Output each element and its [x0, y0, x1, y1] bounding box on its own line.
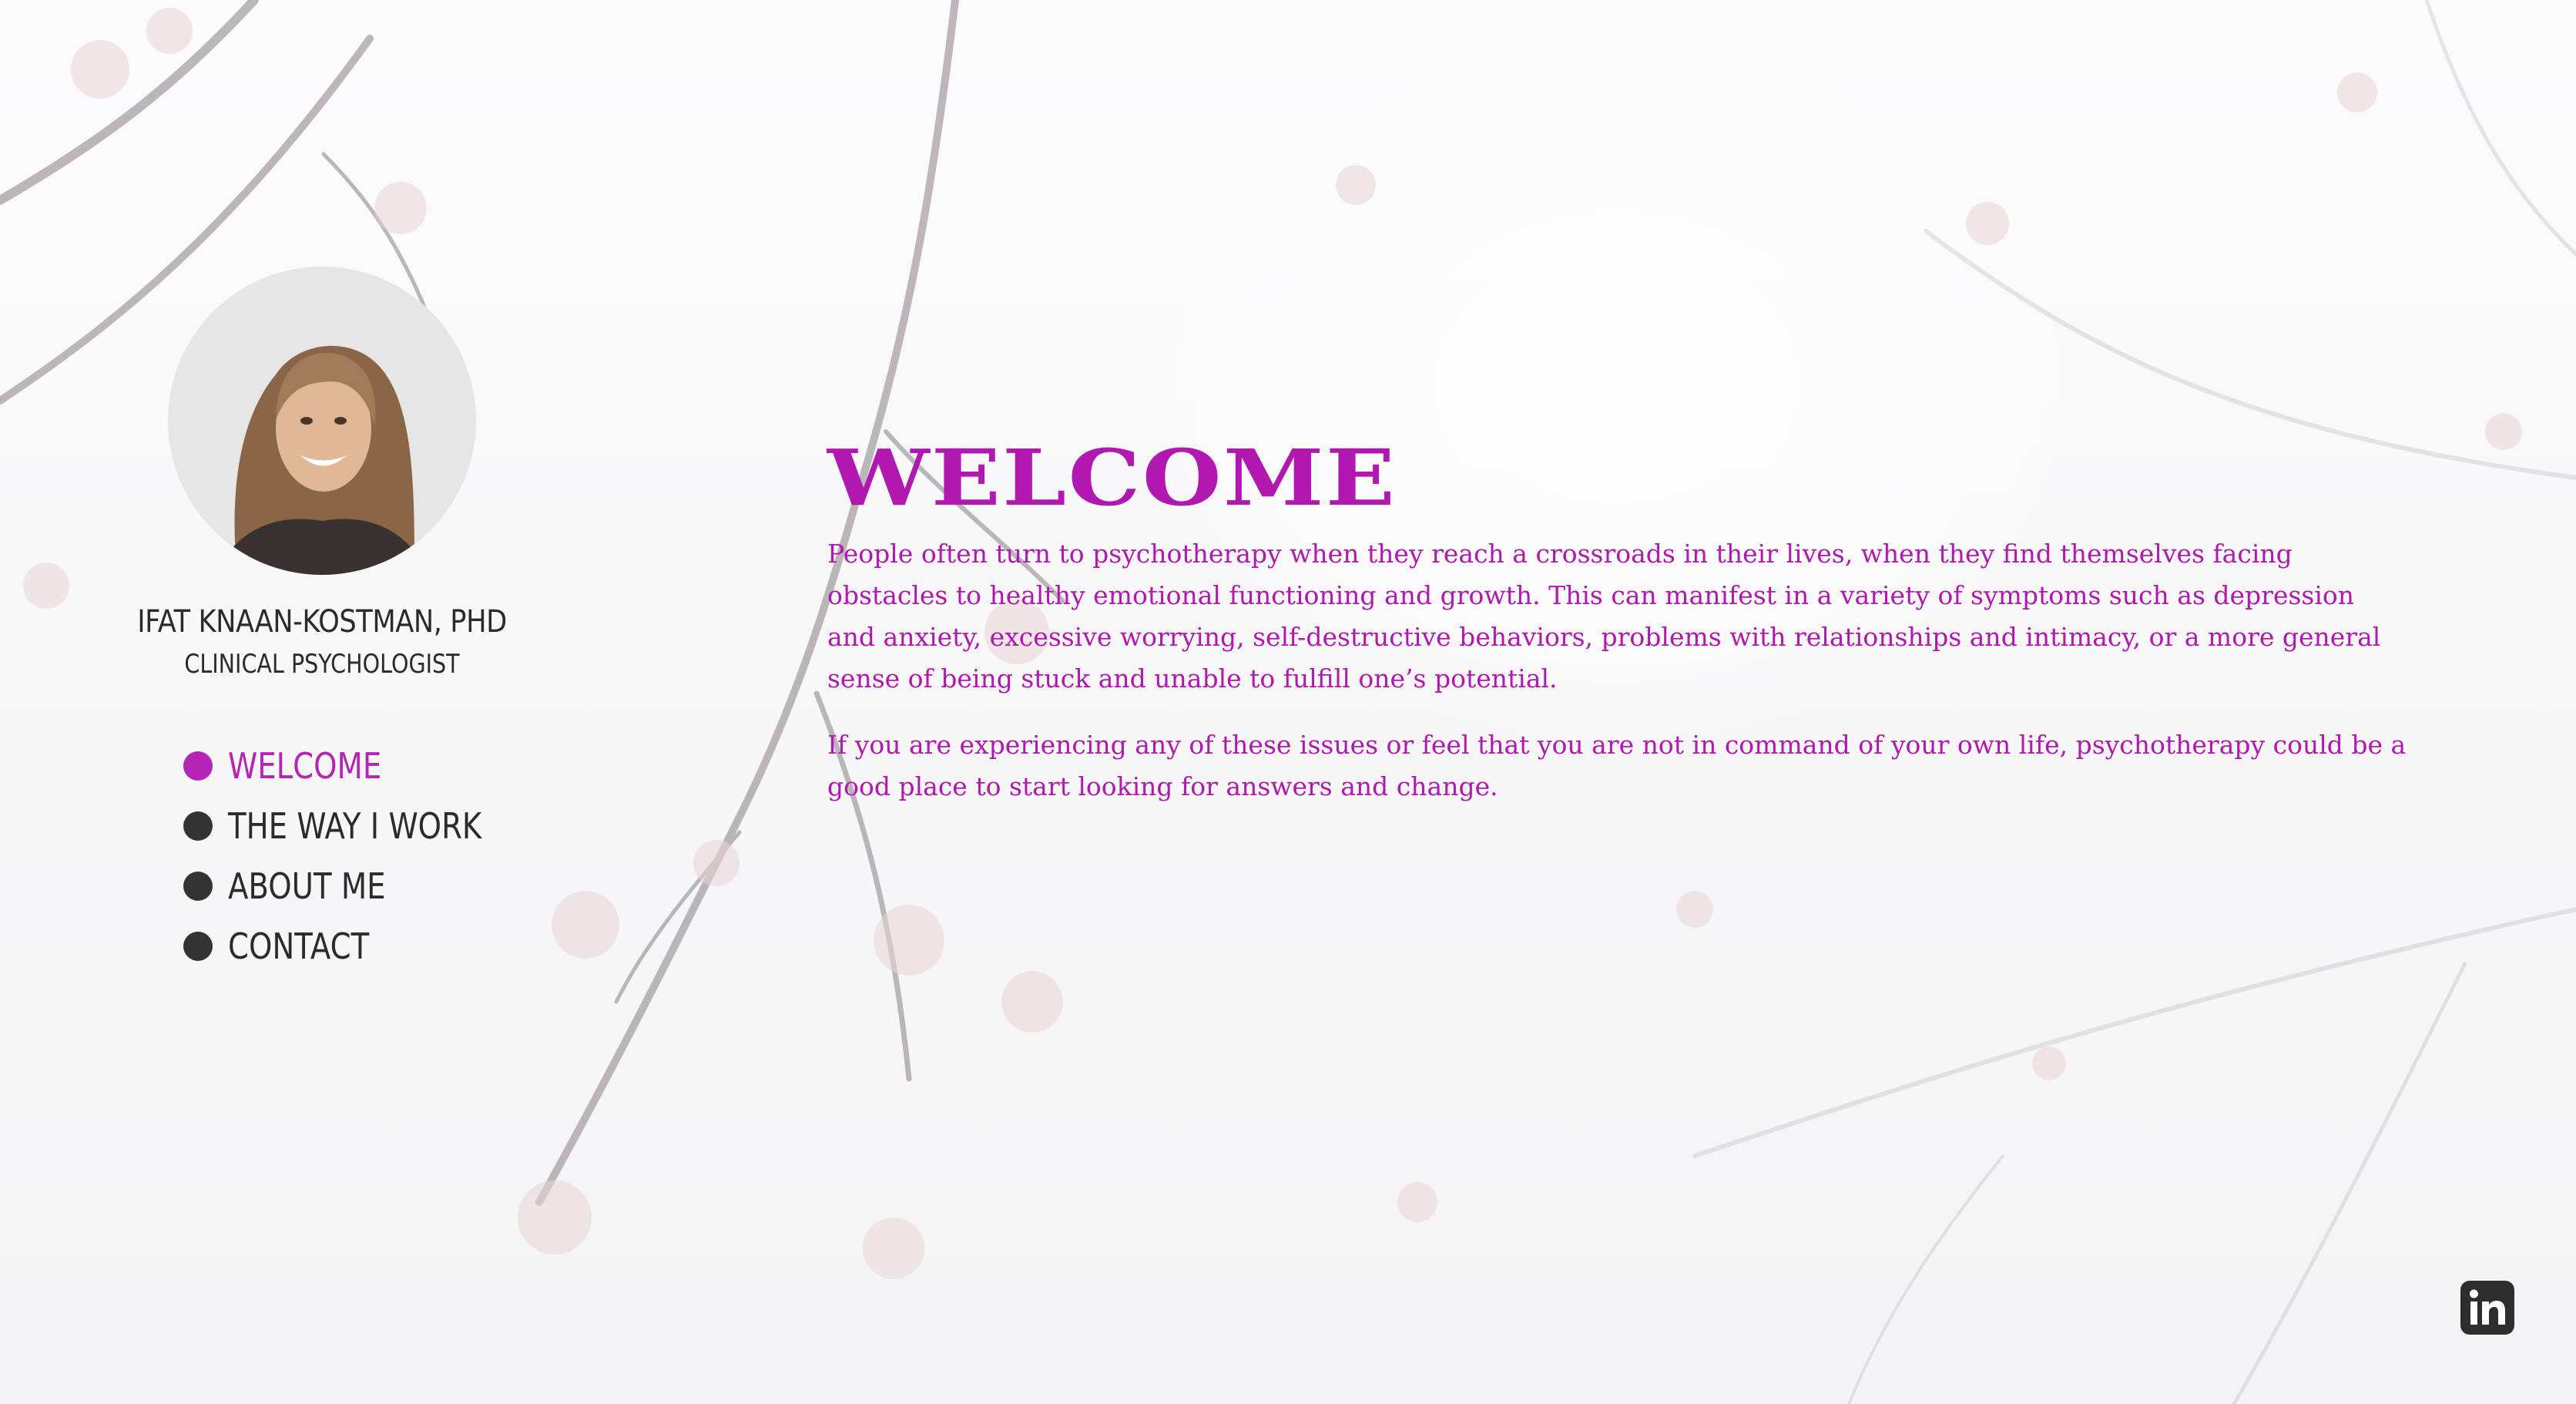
main-content: WELCOME People often turn to psychothera… [827, 432, 2414, 808]
bullet-icon [183, 811, 213, 841]
profile-name: IFAT KNAAN-KOSTMAN, PHD [137, 604, 507, 640]
page-title: WELCOME [827, 432, 1397, 523]
nav-item-contact[interactable]: CONTACT [183, 916, 530, 976]
nav-item-welcome[interactable]: WELCOME [183, 736, 530, 796]
nav-item-label: ABOUT ME [228, 865, 386, 907]
portrait-image [168, 267, 476, 575]
bullet-icon [183, 872, 213, 901]
nav-item-about-me[interactable]: ABOUT ME [183, 856, 530, 916]
second-paragraph: If you are experiencing any of these iss… [827, 730, 2407, 801]
nav-item-label: CONTACT [228, 925, 370, 967]
intro-paragraph: People often turn to psychotherapy when … [827, 539, 2381, 694]
nav-item-label: WELCOME [228, 745, 382, 787]
main-nav: WELCOME THE WAY I WORK ABOUT ME CONTACT [183, 736, 530, 976]
linkedin-icon[interactable] [2460, 1281, 2514, 1335]
avatar [168, 267, 476, 575]
bullet-icon [183, 932, 213, 961]
bullet-icon [183, 751, 213, 781]
nav-item-label: THE WAY I WORK [228, 805, 482, 847]
profile-title: CLINICAL PSYCHOLOGIST [184, 649, 460, 680]
linkedin-glyph [2470, 1289, 2505, 1325]
sidebar: IFAT KNAAN-KOSTMAN, PHD CLINICAL PSYCHOL… [0, 0, 647, 1404]
nav-item-the-way-i-work[interactable]: THE WAY I WORK [183, 796, 530, 856]
